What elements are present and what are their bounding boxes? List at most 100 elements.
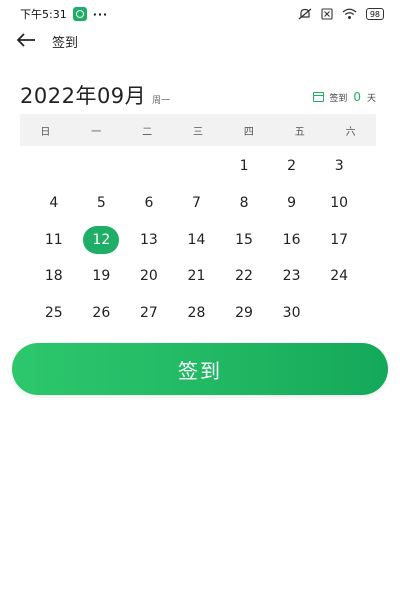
status-more: ··· — [92, 7, 109, 21]
calendar-day[interactable]: 15 — [220, 221, 268, 258]
calendar-day[interactable]: 10 — [315, 185, 363, 222]
checkin-count: 0 — [353, 90, 361, 104]
calendar-day-empty — [125, 148, 173, 185]
checkin-button[interactable]: 签到 — [12, 343, 388, 395]
calendar-day-number: 14 — [187, 231, 206, 248]
wifi-icon — [342, 8, 357, 20]
calendar-day-number: 29 — [235, 305, 253, 322]
calendar-day[interactable]: 6 — [125, 185, 173, 222]
month-label[interactable]: 2022年09月 — [20, 80, 146, 110]
calendar-day-number — [131, 152, 167, 180]
calendar-day[interactable]: 18 — [30, 258, 78, 295]
month-row: 2022年09月 周一 签到 0 天 — [20, 80, 376, 110]
back-button[interactable] — [16, 29, 40, 53]
checkin-summary: 签到 0 天 — [313, 90, 376, 104]
calendar-day-number: 18 — [44, 268, 63, 285]
calendar-day-number: 11 — [44, 231, 63, 248]
arrow-left-icon — [16, 32, 36, 51]
weekday-header: 日 一 二 三 四 五 六 — [20, 114, 376, 146]
calendar-day-number: 4 — [49, 195, 59, 212]
calendar-day-number — [178, 152, 214, 180]
calendar-day[interactable]: 23 — [268, 258, 316, 295]
calendar-day[interactable]: 30 — [268, 295, 316, 332]
calendar-day[interactable]: 28 — [173, 295, 221, 332]
calendar-day[interactable]: 13 — [125, 221, 173, 258]
app-header: 签到 — [0, 28, 400, 54]
calendar-day[interactable]: 29 — [220, 295, 268, 332]
app-notification-icon — [72, 7, 87, 21]
weekday-name: 一 — [91, 126, 102, 138]
calendar-day[interactable]: 8 — [220, 185, 268, 222]
calendar-day-number — [36, 152, 72, 180]
status-left: 下午5:31 ··· — [20, 6, 108, 22]
calendar-day[interactable]: 4 — [30, 185, 78, 222]
calendar-day-number: 24 — [330, 268, 349, 285]
calendar-day[interactable]: 27 — [125, 295, 173, 332]
calendar-day-number: 5 — [96, 195, 106, 212]
calendar-day[interactable]: 16 — [268, 221, 316, 258]
calendar-day-selected[interactable]: 12 — [78, 221, 126, 258]
calendar-day[interactable]: 3 — [315, 148, 363, 185]
calendar-day[interactable]: 7 — [173, 185, 221, 222]
calendar-day-number: 3 — [334, 158, 344, 175]
checkin-summary-label: 签到 — [329, 93, 348, 104]
calendar-day-number: 19 — [92, 268, 111, 285]
calendar-day-number: 1 — [239, 158, 249, 175]
calendar-day-number: 25 — [44, 305, 63, 322]
calendar-day-number: 9 — [287, 195, 297, 212]
sim-off-icon — [321, 8, 333, 20]
weekday-label: 周一 — [152, 96, 171, 106]
calendar-day[interactable]: 9 — [268, 185, 316, 222]
calendar-day-number: 6 — [144, 195, 154, 212]
calendar-day[interactable]: 26 — [78, 295, 126, 332]
status-right: 98 — [298, 8, 384, 20]
status-bar: 下午5:31 ··· 98 — [0, 0, 400, 28]
calendar-day-number: 28 — [187, 305, 206, 322]
calendar-day-empty — [30, 148, 78, 185]
calendar-day[interactable]: 5 — [78, 185, 126, 222]
calendar-day-number: 16 — [282, 231, 301, 248]
calendar-day-empty — [315, 295, 363, 332]
calendar-day-number: 12 — [83, 225, 120, 254]
checkin-unit: 天 — [366, 93, 376, 104]
notifications-off-icon — [298, 8, 312, 20]
calendar-day-number: 27 — [139, 305, 158, 322]
calendar-day-number: 22 — [235, 268, 253, 285]
calendar-day[interactable]: 25 — [30, 295, 78, 332]
calendar-day[interactable]: 1 — [220, 148, 268, 185]
calendar-day-number: 30 — [282, 305, 301, 322]
weekday-name: 三 — [192, 126, 203, 138]
weekday-name: 五 — [294, 126, 305, 138]
calendar-day-number: 10 — [330, 195, 349, 212]
calendar-day[interactable]: 17 — [315, 221, 363, 258]
weekday-name: 日 — [40, 126, 51, 138]
calendar-day-empty — [78, 148, 126, 185]
calendar-day[interactable]: 20 — [125, 258, 173, 295]
calendar-days-grid: 1 2 3 4 5 6 7 8 9 10 11 12 13 14 15 16 17 18 19 20 21 22 23 24 2… — [30, 148, 363, 331]
calendar-day-number — [83, 152, 119, 180]
calendar-day-number: 23 — [282, 268, 301, 285]
calendar-day[interactable]: 19 — [78, 258, 126, 295]
calendar-day[interactable]: 24 — [315, 258, 363, 295]
calendar-day-number: 20 — [139, 268, 158, 285]
weekday-name: 二 — [142, 126, 153, 138]
battery-icon: 98 — [365, 8, 384, 20]
calendar-day-number: 26 — [92, 305, 111, 322]
calendar-day[interactable]: 22 — [220, 258, 268, 295]
calendar-day-number: 21 — [187, 268, 206, 285]
calendar-icon — [313, 92, 325, 102]
calendar-day[interactable]: 11 — [30, 221, 78, 258]
weekday-name: 六 — [345, 126, 356, 138]
calendar-day-empty — [173, 148, 221, 185]
calendar-day-number: 15 — [235, 231, 253, 248]
page-title: 签到 — [52, 35, 79, 51]
status-time: 下午5:31 — [20, 8, 67, 21]
weekday-name: 四 — [243, 126, 254, 138]
calendar-day[interactable]: 14 — [173, 221, 221, 258]
calendar-day-number: 13 — [139, 231, 158, 248]
calendar-day[interactable]: 21 — [173, 258, 221, 295]
calendar-day-number: 2 — [287, 158, 297, 175]
calendar-day-number: 17 — [330, 231, 349, 248]
calendar-day[interactable]: 2 — [268, 148, 316, 185]
calendar-day-number: 7 — [192, 195, 201, 212]
